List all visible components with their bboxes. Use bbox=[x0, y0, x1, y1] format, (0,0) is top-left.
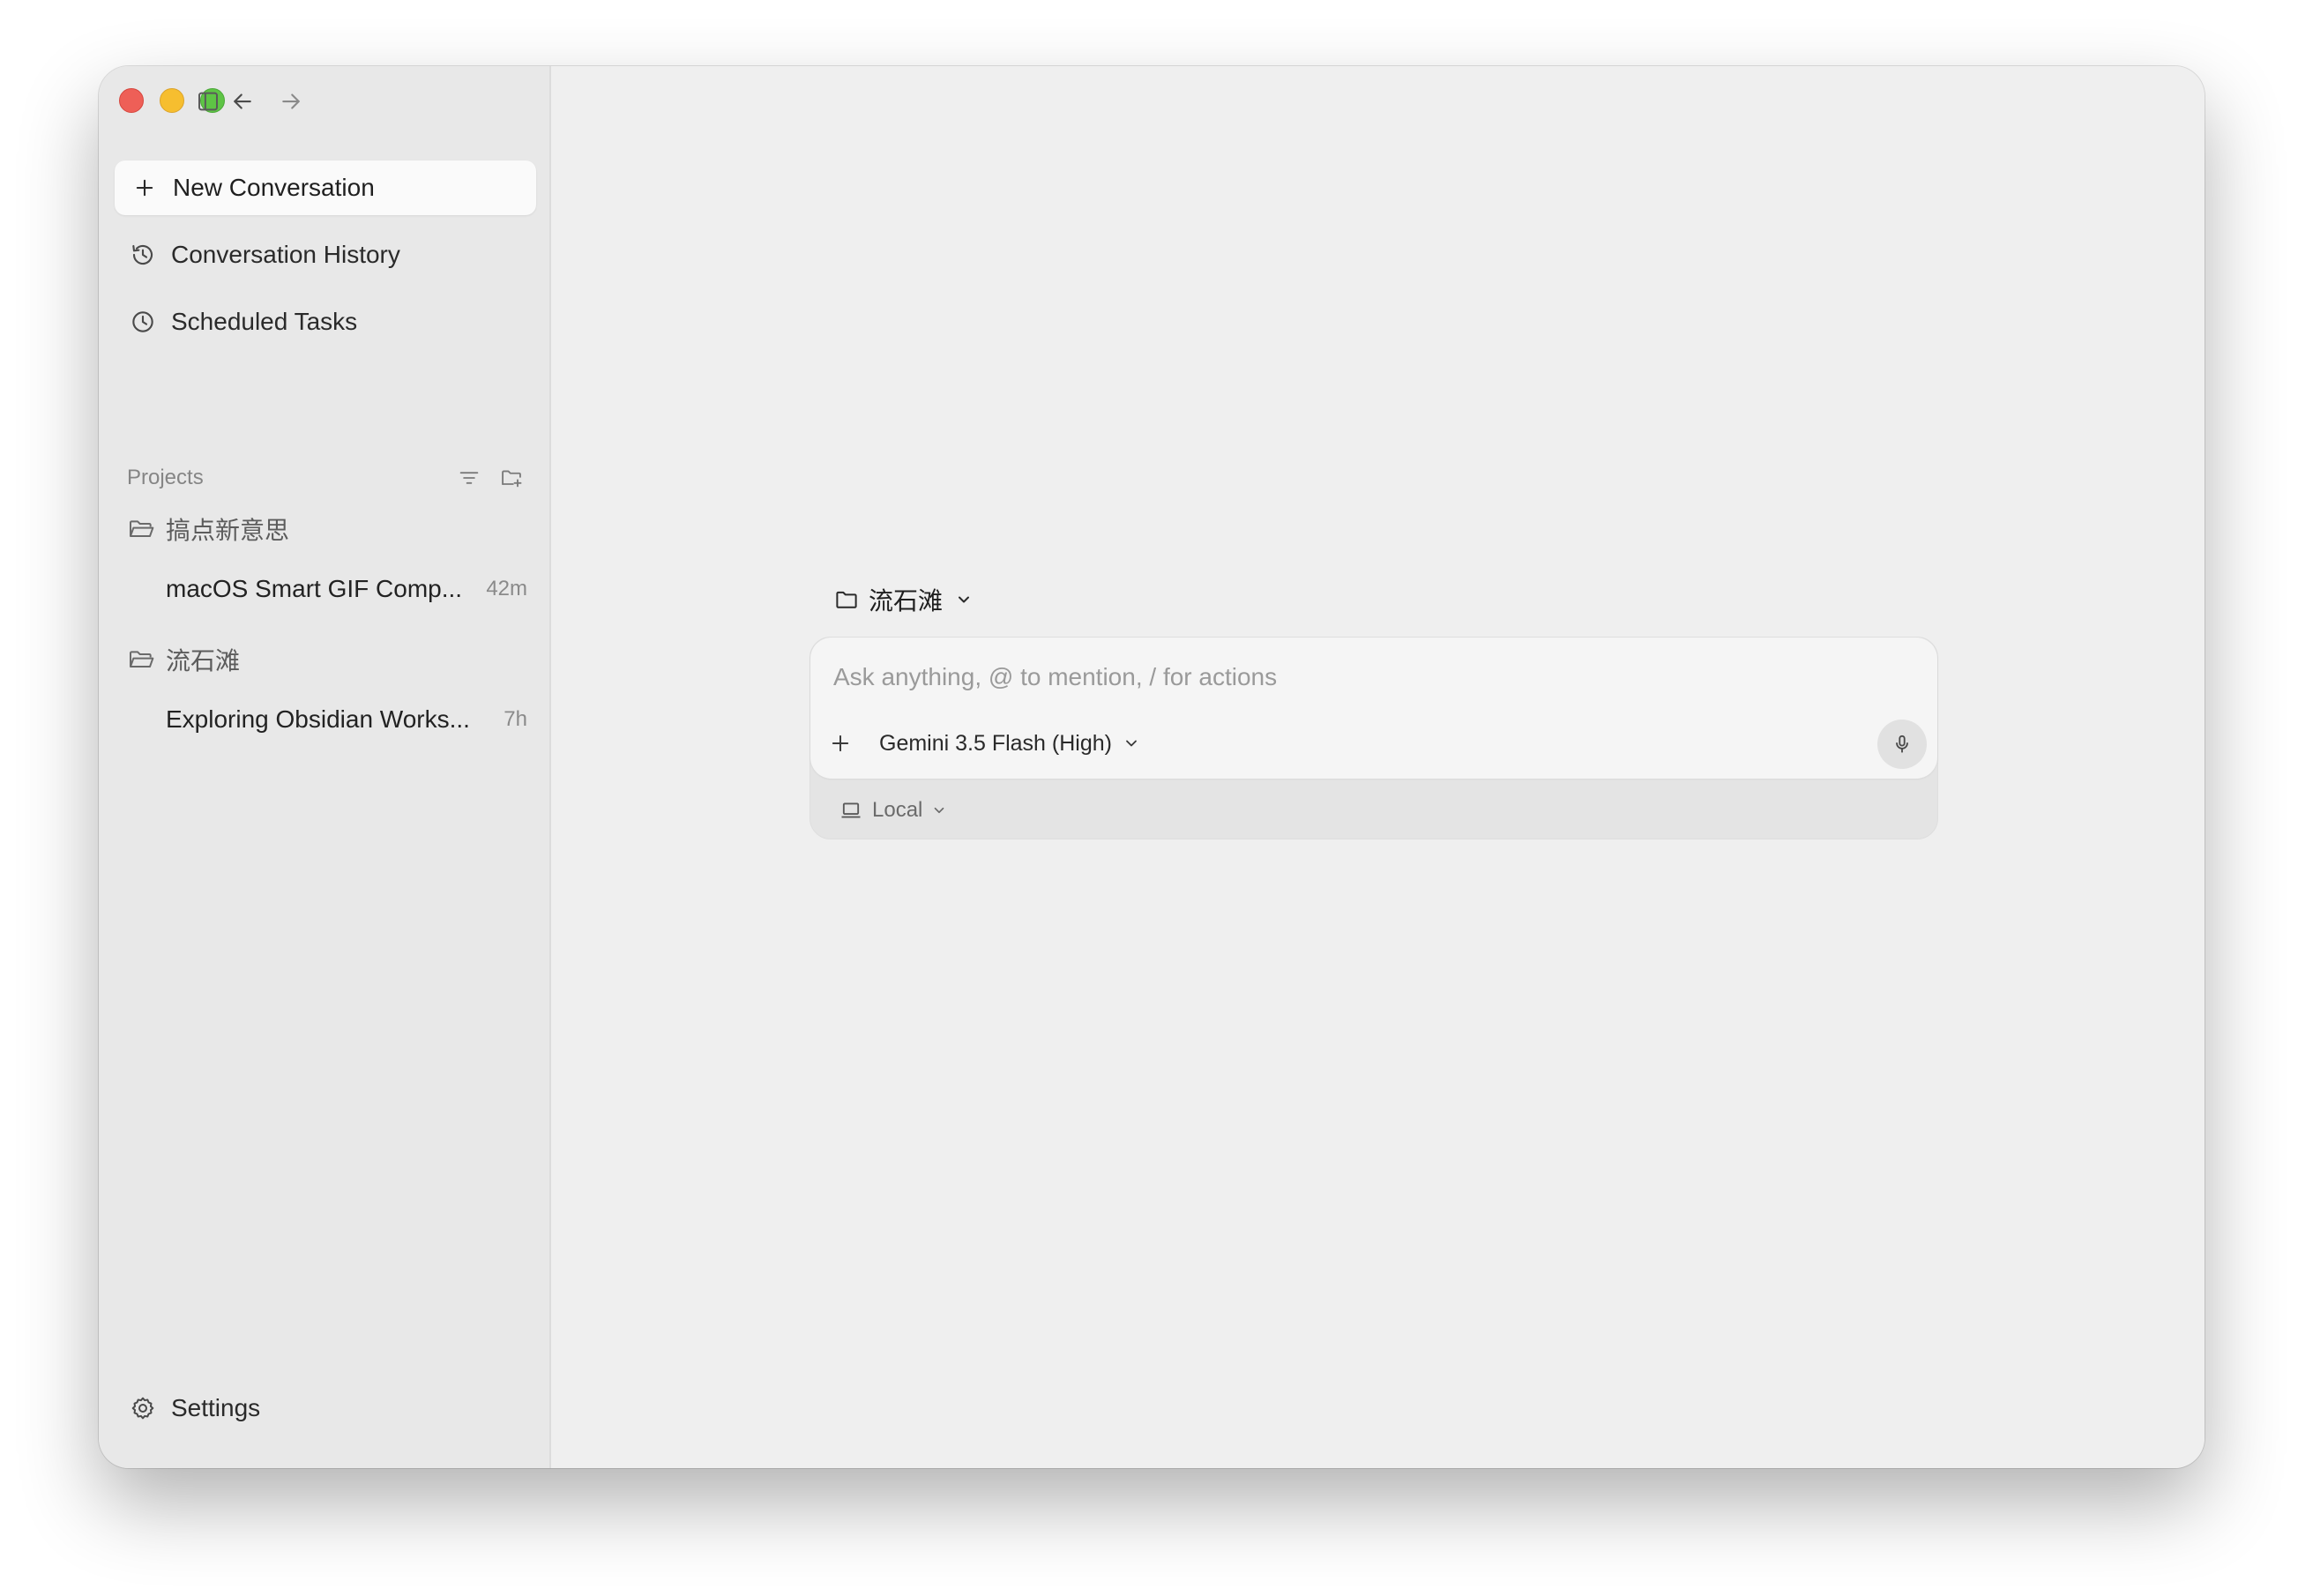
conversation-title: Exploring Obsidian Works... bbox=[166, 705, 470, 733]
add-attachment-icon[interactable] bbox=[828, 731, 853, 756]
project-folder[interactable]: 流石滩 bbox=[127, 642, 240, 677]
chevron-down-icon bbox=[959, 596, 970, 603]
conversation-item[interactable]: Exploring Obsidian Works... 7h bbox=[166, 702, 527, 737]
composer-toolbar: Gemini 3.5 Flash (High) bbox=[828, 726, 1140, 761]
new-conversation-label: New Conversation bbox=[173, 174, 375, 201]
folder-icon bbox=[836, 591, 857, 608]
sidebar: New Conversation Conversation History Sc… bbox=[99, 66, 551, 1468]
environment-label: Local bbox=[872, 798, 923, 822]
nav-label: Scheduled Tasks bbox=[171, 308, 358, 335]
prompt-input[interactable] bbox=[832, 657, 1893, 697]
minimize-window-button[interactable] bbox=[160, 88, 184, 113]
microphone-icon bbox=[1896, 735, 1908, 753]
main-area: 流石滩 Gemini 3.5 Flash (High) Lo bbox=[551, 66, 2205, 1468]
filter-icon[interactable] bbox=[457, 466, 481, 490]
plus-icon bbox=[136, 179, 153, 197]
conversation-time: 42m bbox=[486, 577, 527, 600]
conversation-item[interactable]: macOS Smart GIF Comp... 42m bbox=[166, 571, 527, 607]
workspace-name: 流石滩 bbox=[869, 587, 944, 615]
close-window-button[interactable] bbox=[119, 88, 144, 113]
model-select[interactable]: Gemini 3.5 Flash (High) bbox=[879, 731, 1140, 757]
nav-conversation-history[interactable]: Conversation History bbox=[129, 235, 400, 274]
settings-button[interactable]: Settings bbox=[129, 1389, 260, 1428]
projects-header: Projects bbox=[127, 463, 524, 493]
nav-scheduled-tasks[interactable]: Scheduled Tasks bbox=[129, 302, 357, 341]
app-window: New Conversation Conversation History Sc… bbox=[99, 66, 2205, 1468]
back-arrow-icon[interactable] bbox=[228, 87, 257, 116]
clock-icon bbox=[132, 311, 153, 332]
conversation-time: 7h bbox=[504, 707, 527, 731]
history-icon bbox=[132, 244, 153, 265]
new-conversation-button[interactable]: New Conversation bbox=[115, 160, 536, 215]
forward-arrow-icon[interactable] bbox=[277, 87, 305, 116]
project-name: 流石滩 bbox=[166, 647, 241, 675]
settings-label: Settings bbox=[171, 1394, 261, 1421]
composer: Gemini 3.5 Flash (High) Local bbox=[810, 637, 1938, 839]
laptop-icon bbox=[841, 802, 861, 818]
conversation-title: macOS Smart GIF Comp... bbox=[166, 575, 463, 602]
projects-label: Projects bbox=[127, 466, 204, 489]
microphone-button[interactable] bbox=[1877, 720, 1927, 769]
chevron-down-icon bbox=[935, 807, 944, 814]
gear-icon bbox=[131, 1397, 154, 1420]
sidebar-toggle-icon[interactable] bbox=[194, 87, 222, 116]
chevron-down-icon bbox=[1126, 740, 1137, 747]
workspace-picker[interactable]: 流石滩 bbox=[833, 580, 973, 619]
nav-label: Conversation History bbox=[171, 241, 400, 268]
environment-select[interactable]: Local bbox=[839, 794, 947, 826]
project-name: 搞点新意思 bbox=[166, 517, 290, 544]
folder-open-icon bbox=[130, 520, 154, 537]
project-folder[interactable]: 搞点新意思 bbox=[127, 511, 289, 547]
model-label: Gemini 3.5 Flash (High) bbox=[879, 730, 1112, 756]
composer-input-area: Gemini 3.5 Flash (High) bbox=[810, 638, 1937, 779]
new-folder-icon[interactable] bbox=[499, 466, 524, 490]
folder-open-icon bbox=[130, 651, 154, 667]
